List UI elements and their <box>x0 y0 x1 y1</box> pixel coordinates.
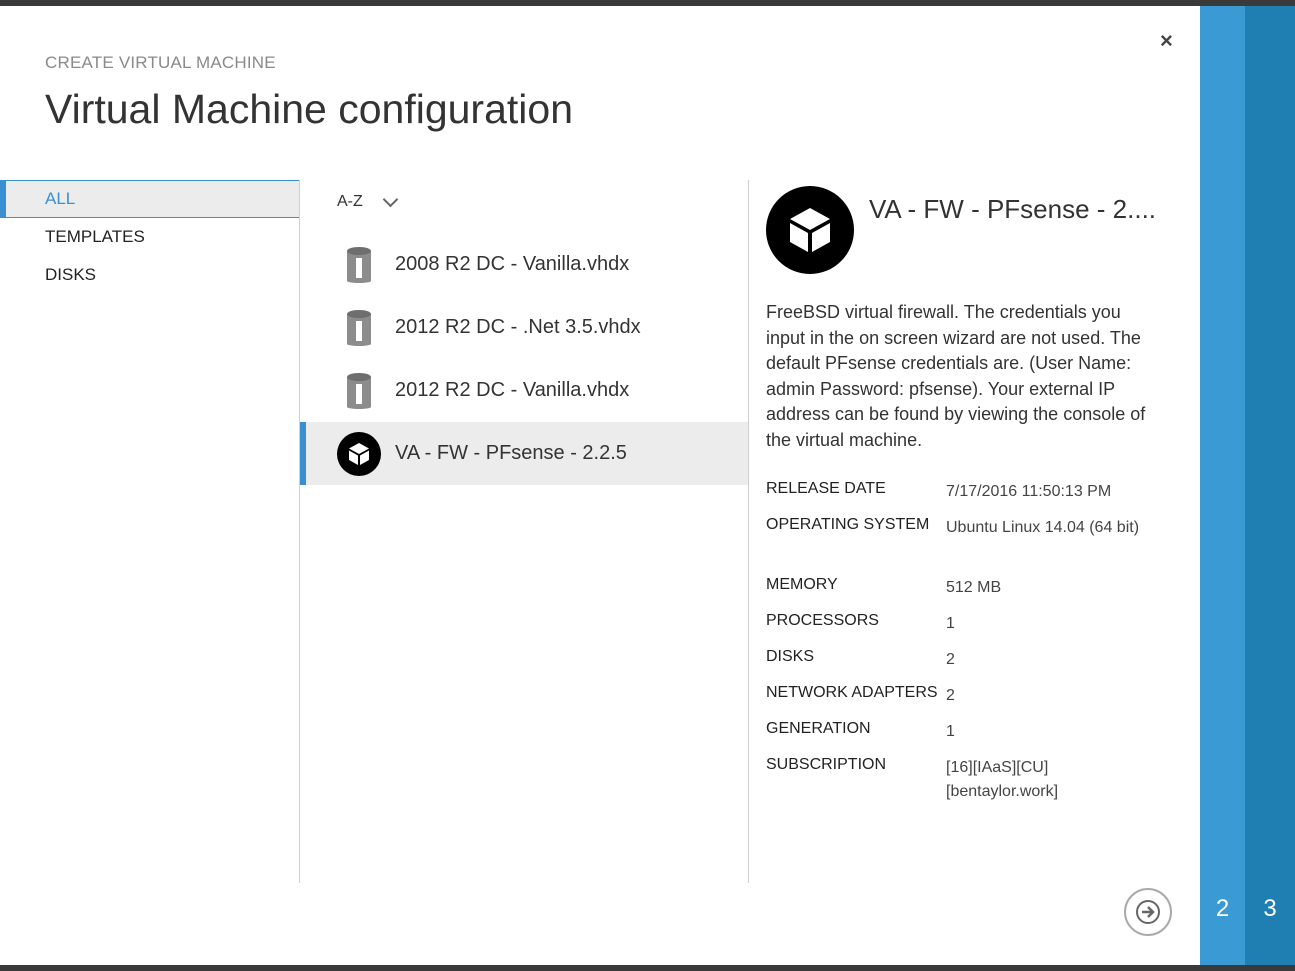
property-key: PROCESSORS <box>766 612 879 629</box>
property-row: PROCESSORS 1 <box>766 612 1186 648</box>
package-icon <box>766 186 854 274</box>
chevron-down-icon <box>382 191 399 207</box>
image-list: 2008 R2 DC - Vanilla.vhdx 2012 R2 DC - .… <box>300 233 748 485</box>
property-row: MEMORY 512 MB <box>766 576 1186 612</box>
property-row: DISKS 2 <box>766 648 1186 684</box>
list-item-name: VA - FW - PFsense - 2.2.5 <box>395 442 627 464</box>
disk-icon <box>337 245 381 285</box>
disk-icon <box>337 308 381 348</box>
properties-table: RELEASE DATE 7/17/2016 11:50:13 PM OPERA… <box>766 480 1186 816</box>
property-value: 7/17/2016 11:50:13 PM <box>946 483 1112 500</box>
property-row: OPERATING SYSTEM Ubuntu Linux 14.04 (64 … <box>766 516 1186 576</box>
arrow-right-icon <box>1136 900 1160 924</box>
property-row: SUBSCRIPTION [16][IAaS][CU] [bentaylor.w… <box>766 756 1186 816</box>
property-row: NETWORK ADAPTERS 2 <box>766 684 1186 720</box>
detail-title: VA - FW - PFsense - 2.... <box>869 194 1157 224</box>
list-item-name: 2008 R2 DC - Vanilla.vhdx <box>395 253 630 275</box>
nav-item-templates[interactable]: TEMPLATES <box>0 218 300 256</box>
property-key: OPERATING SYSTEM <box>766 516 930 533</box>
step-number: 3 <box>1263 895 1277 922</box>
property-key: MEMORY <box>766 576 838 593</box>
property-key: GENERATION <box>766 720 871 737</box>
list-item[interactable]: 2008 R2 DC - Vanilla.vhdx <box>300 233 748 296</box>
property-value: Ubuntu Linux 14.04 (64 bit) <box>946 519 1140 536</box>
create-vm-dialog: × CREATE VIRTUAL MACHINE Virtual Machine… <box>0 6 1200 965</box>
step-3[interactable]: 3 <box>1245 6 1295 965</box>
close-button[interactable]: × <box>1160 28 1173 54</box>
disk-icon <box>337 371 381 411</box>
package-icon <box>337 431 381 476</box>
property-row: GENERATION 1 <box>766 720 1186 756</box>
property-row: RELEASE DATE 7/17/2016 11:50:13 PM <box>766 480 1186 516</box>
property-value: 2 <box>946 651 955 668</box>
property-value: 1 <box>946 723 955 740</box>
property-value: 2 <box>946 687 955 704</box>
list-item[interactable]: 2012 R2 DC - .Net 3.5.vhdx <box>300 296 748 359</box>
nav-item-all[interactable]: ALL <box>0 180 300 218</box>
list-item-name: 2012 R2 DC - Vanilla.vhdx <box>395 379 630 401</box>
sort-dropdown[interactable]: A-Z <box>337 191 399 211</box>
property-value: 512 MB <box>946 579 1002 596</box>
property-key: NETWORK ADAPTERS <box>766 684 938 701</box>
step-2[interactable]: 2 <box>1200 6 1245 965</box>
divider <box>748 180 749 883</box>
list-item[interactable]: 2012 R2 DC - Vanilla.vhdx <box>300 359 748 422</box>
page-title: Virtual Machine configuration <box>45 86 573 132</box>
property-value: [16][IAaS][CU] [bentaylor.work] <box>946 759 1059 800</box>
step-number: 2 <box>1215 895 1230 922</box>
property-key: DISKS <box>766 648 815 665</box>
property-key: RELEASE DATE <box>766 480 886 497</box>
detail-description: FreeBSD virtual firewall. The credential… <box>766 302 1146 450</box>
wizard-steps: 2 3 <box>1200 6 1295 965</box>
list-item-selected[interactable]: VA - FW - PFsense - 2.2.5 <box>300 422 748 485</box>
property-key: SUBSCRIPTION <box>766 756 887 773</box>
list-item-name: 2012 R2 DC - .Net 3.5.vhdx <box>395 316 641 338</box>
category-nav: ALL TEMPLATES DISKS <box>0 180 300 294</box>
next-button[interactable] <box>1124 888 1172 936</box>
dialog-kicker: CREATE VIRTUAL MACHINE <box>45 53 276 72</box>
nav-item-disks[interactable]: DISKS <box>0 256 300 294</box>
sort-label: A-Z <box>337 193 363 210</box>
property-value: 1 <box>946 615 955 632</box>
